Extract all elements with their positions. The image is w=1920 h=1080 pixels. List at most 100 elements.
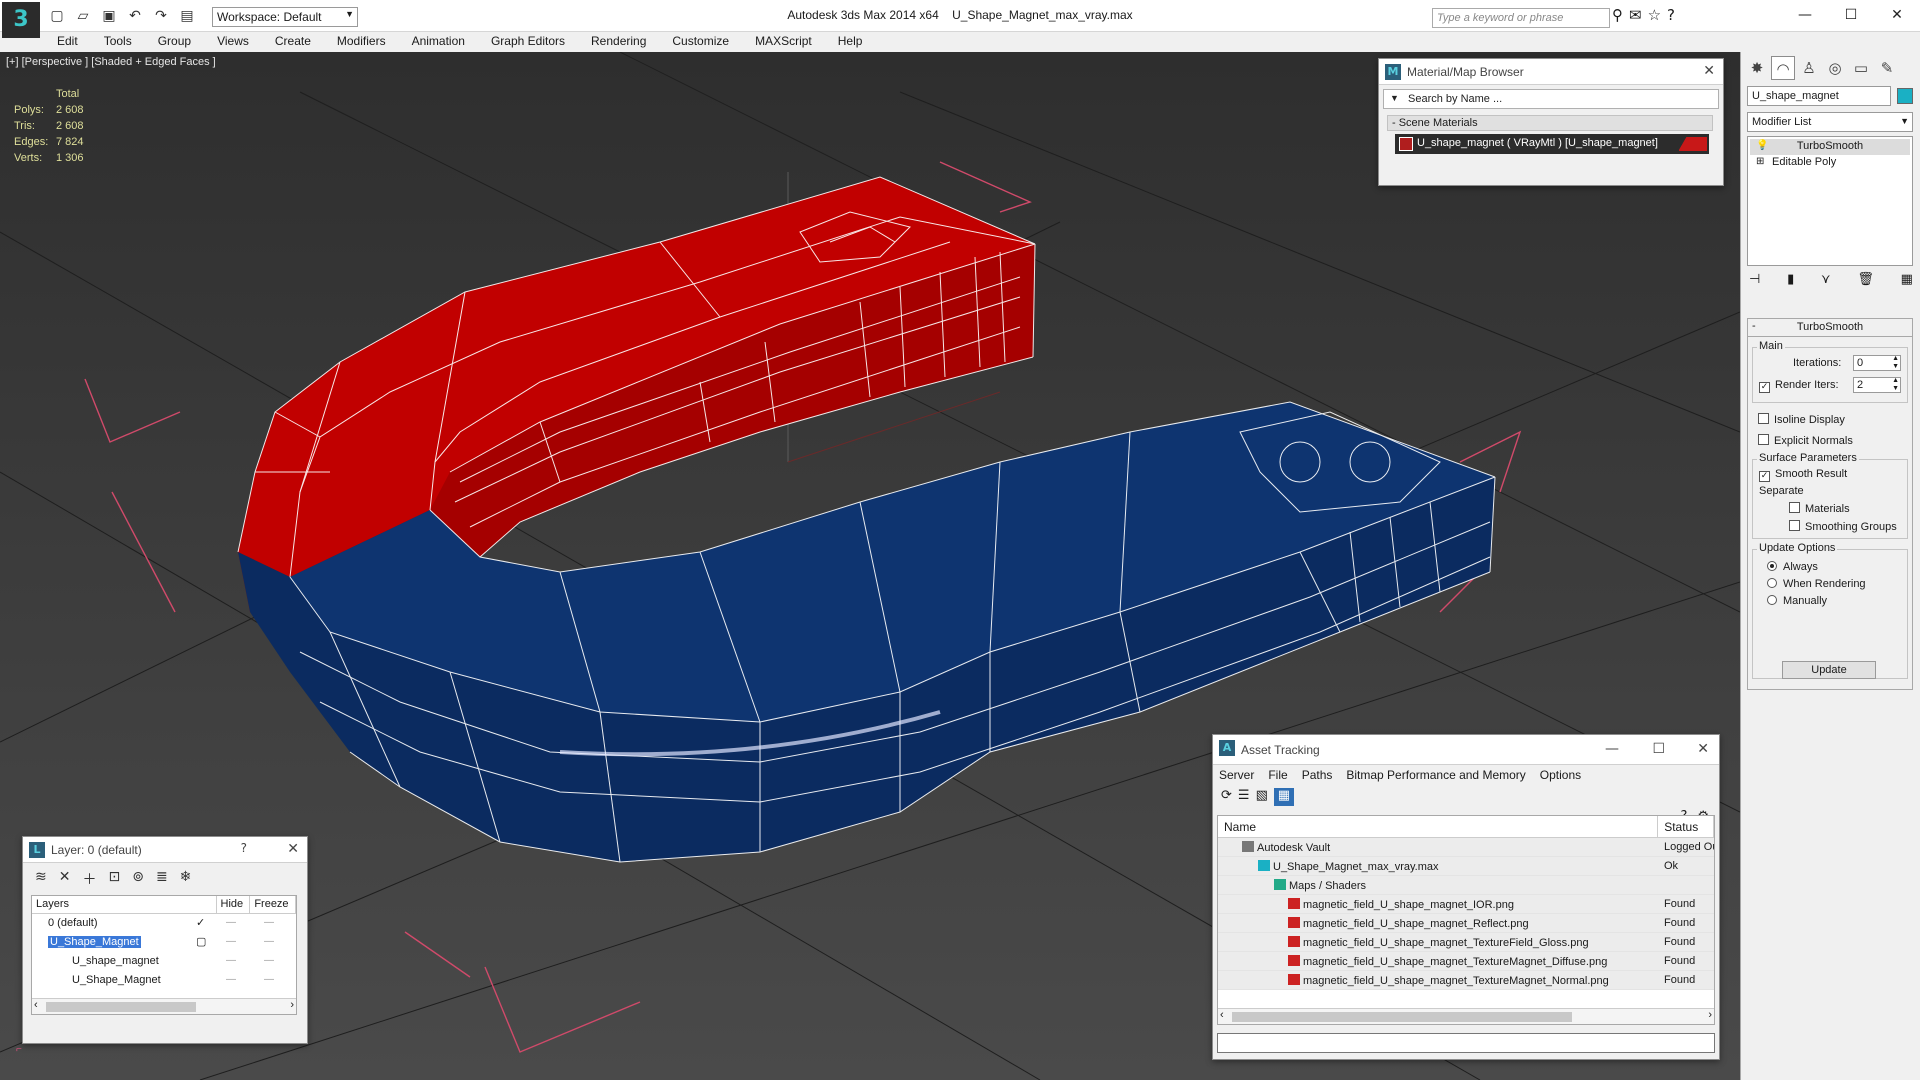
- stack-item-editable-poly[interactable]: ⊞ Editable Poly: [1750, 155, 1910, 171]
- freeze-toggle[interactable]: —: [264, 974, 274, 985]
- keyword-search-input[interactable]: Type a keyword or phrase: [1432, 8, 1610, 28]
- configure-sets-icon[interactable]: ▦: [1901, 272, 1913, 287]
- viewport-label[interactable]: [+] [Perspective ] [Shaded + Edged Faces…: [6, 56, 216, 68]
- manually-radio[interactable]: Manually: [1767, 595, 1827, 607]
- close-icon[interactable]: ✕: [287, 841, 299, 857]
- menu-bitmap-performance[interactable]: Bitmap Performance and Memory: [1346, 768, 1525, 785]
- close-icon[interactable]: ✕: [1874, 0, 1920, 30]
- menu-customize[interactable]: Customize: [659, 32, 742, 52]
- materials-checkbox[interactable]: Materials: [1789, 502, 1850, 515]
- hide-toggle[interactable]: —: [226, 936, 236, 947]
- always-radio[interactable]: Always: [1767, 561, 1818, 573]
- menu-server[interactable]: Server: [1219, 768, 1254, 785]
- layer-row-selected[interactable]: U_Shape_Magnet ▢ — —: [32, 933, 296, 952]
- scroll-left-icon[interactable]: ‹: [1220, 1009, 1224, 1021]
- asset-tracking-titlebar[interactable]: A Asset Tracking — ☐ ✕: [1213, 735, 1719, 765]
- scroll-right-icon[interactable]: ›: [290, 999, 294, 1011]
- close-icon[interactable]: ✕: [1697, 741, 1709, 757]
- highlight-layer-icon[interactable]: ⊚: [132, 869, 144, 889]
- material-browser-titlebar[interactable]: M Material/Map Browser ✕: [1379, 59, 1723, 85]
- object-name-field[interactable]: U_shape_magnet: [1747, 86, 1891, 106]
- utilities-tab-icon[interactable]: ✎: [1875, 56, 1899, 80]
- menu-maxscript[interactable]: MAXScript: [742, 32, 825, 52]
- horizontal-scrollbar[interactable]: ‹ ›: [32, 998, 296, 1014]
- horizontal-scrollbar[interactable]: ‹ ›: [1218, 1008, 1714, 1024]
- update-button[interactable]: Update: [1782, 661, 1876, 679]
- spinner-arrows-icon[interactable]: ▲ ▼: [1892, 355, 1899, 371]
- asset-row[interactable]: Autodesk Vault Logged Out: [1218, 838, 1714, 857]
- hide-toggle[interactable]: —: [226, 917, 236, 928]
- col-name[interactable]: Name: [1218, 816, 1659, 837]
- menu-tools[interactable]: Tools: [91, 32, 145, 52]
- scrollbar-thumb[interactable]: [1232, 1012, 1572, 1022]
- asset-row[interactable]: Maps / Shaders: [1218, 876, 1714, 895]
- asset-row[interactable]: magnetic_field_U_shape_magnet_IOR.png Fo…: [1218, 895, 1714, 914]
- asset-row[interactable]: magnetic_field_U_shape_magnet_Reflect.pn…: [1218, 914, 1714, 933]
- motion-tab-icon[interactable]: ◎: [1823, 56, 1847, 80]
- communication-icon[interactable]: ✉: [1629, 6, 1642, 24]
- freeze-toggle[interactable]: —: [264, 936, 274, 947]
- spinner-arrows-icon[interactable]: ▲ ▼: [1892, 377, 1899, 393]
- lightbulb-icon[interactable]: 💡: [1756, 140, 1768, 151]
- maximize-icon[interactable]: ☐: [1652, 741, 1665, 757]
- table-view-icon[interactable]: ▦: [1273, 788, 1294, 806]
- col-layers[interactable]: Layers: [32, 896, 217, 913]
- object-row[interactable]: U_Shape_Magnet — —: [32, 971, 296, 990]
- menu-create[interactable]: Create: [262, 32, 324, 52]
- favorites-star-icon[interactable]: ☆: [1648, 6, 1661, 24]
- display-tab-icon[interactable]: ▭: [1849, 56, 1873, 80]
- col-hide[interactable]: Hide: [217, 896, 251, 913]
- stack-item-turbosmooth[interactable]: 💡 TurboSmooth: [1750, 139, 1910, 155]
- menu-graph-editors[interactable]: Graph Editors: [478, 32, 578, 52]
- scroll-right-icon[interactable]: ›: [1708, 1009, 1712, 1021]
- smoothing-groups-checkbox[interactable]: Smoothing Groups: [1789, 520, 1897, 533]
- active-layer-box-icon[interactable]: ▢: [196, 935, 206, 948]
- menu-file[interactable]: File: [1268, 768, 1287, 785]
- modify-tab-icon[interactable]: ◠: [1771, 56, 1795, 80]
- isoline-display-checkbox[interactable]: Isoline Display: [1758, 413, 1845, 426]
- pin-stack-icon[interactable]: ⊣: [1749, 272, 1760, 287]
- menu-edit[interactable]: Edit: [44, 32, 91, 52]
- menu-views[interactable]: Views: [204, 32, 262, 52]
- refresh-icon[interactable]: ⟳: [1221, 788, 1232, 806]
- rollout-header[interactable]: - TurboSmooth: [1748, 319, 1912, 337]
- asset-row[interactable]: magnetic_field_U_shape_magnet_TextureMag…: [1218, 952, 1714, 971]
- object-color-swatch[interactable]: [1897, 88, 1913, 104]
- hierarchy-tab-icon[interactable]: ♙: [1797, 56, 1821, 80]
- col-freeze[interactable]: Freeze: [250, 896, 296, 913]
- smooth-result-checkbox[interactable]: ✓ Smooth Result: [1759, 468, 1847, 482]
- render-iters-spinner[interactable]: 2 ▲ ▼: [1853, 377, 1901, 393]
- app-logo-icon[interactable]: 3: [2, 2, 40, 38]
- menu-modifiers[interactable]: Modifiers: [324, 32, 399, 52]
- create-tab-icon[interactable]: ✸: [1745, 56, 1769, 80]
- freeze-all-layers-icon[interactable]: ❄: [180, 869, 192, 889]
- freeze-toggle[interactable]: —: [264, 917, 274, 928]
- select-objects-icon[interactable]: ⊡: [108, 869, 120, 889]
- object-row[interactable]: U_shape_magnet — —: [32, 952, 296, 971]
- delete-layer-icon[interactable]: ✕: [59, 869, 71, 889]
- layer-row[interactable]: 0 (default) ✓ — —: [32, 914, 296, 933]
- scrollbar-thumb[interactable]: [46, 1002, 196, 1012]
- scroll-left-icon[interactable]: ‹: [34, 999, 38, 1011]
- modifier-list-dropdown[interactable]: Modifier List ▼: [1747, 112, 1913, 132]
- show-end-result-icon[interactable]: ▮: [1787, 272, 1794, 287]
- asset-row[interactable]: U_Shape_Magnet_max_vray.max Ok: [1218, 857, 1714, 876]
- thumbnail-view-icon[interactable]: ▧: [1256, 788, 1268, 806]
- freeze-toggle[interactable]: —: [264, 955, 274, 966]
- menu-options[interactable]: Options: [1540, 768, 1581, 785]
- hide-toggle[interactable]: —: [226, 974, 236, 985]
- menu-animation[interactable]: Animation: [399, 32, 478, 52]
- add-to-layer-icon[interactable]: ＋: [82, 869, 96, 889]
- menu-group[interactable]: Group: [145, 32, 204, 52]
- menu-rendering[interactable]: Rendering: [578, 32, 659, 52]
- iterations-spinner[interactable]: 0 ▲ ▼: [1853, 355, 1901, 371]
- explicit-normals-checkbox[interactable]: Explicit Normals: [1758, 434, 1853, 447]
- render-iters-checkbox[interactable]: ✓ Render Iters:: [1759, 379, 1839, 393]
- scene-materials-section[interactable]: - Scene Materials: [1387, 115, 1713, 131]
- minimize-icon[interactable]: —: [1605, 741, 1619, 757]
- menu-paths[interactable]: Paths: [1302, 768, 1333, 785]
- make-unique-icon[interactable]: ⋎: [1821, 272, 1831, 287]
- remove-modifier-icon[interactable]: 🗑: [1857, 272, 1874, 287]
- asset-row[interactable]: magnetic_field_U_shape_magnet_TextureMag…: [1218, 971, 1714, 990]
- close-icon[interactable]: ✕: [1703, 63, 1715, 79]
